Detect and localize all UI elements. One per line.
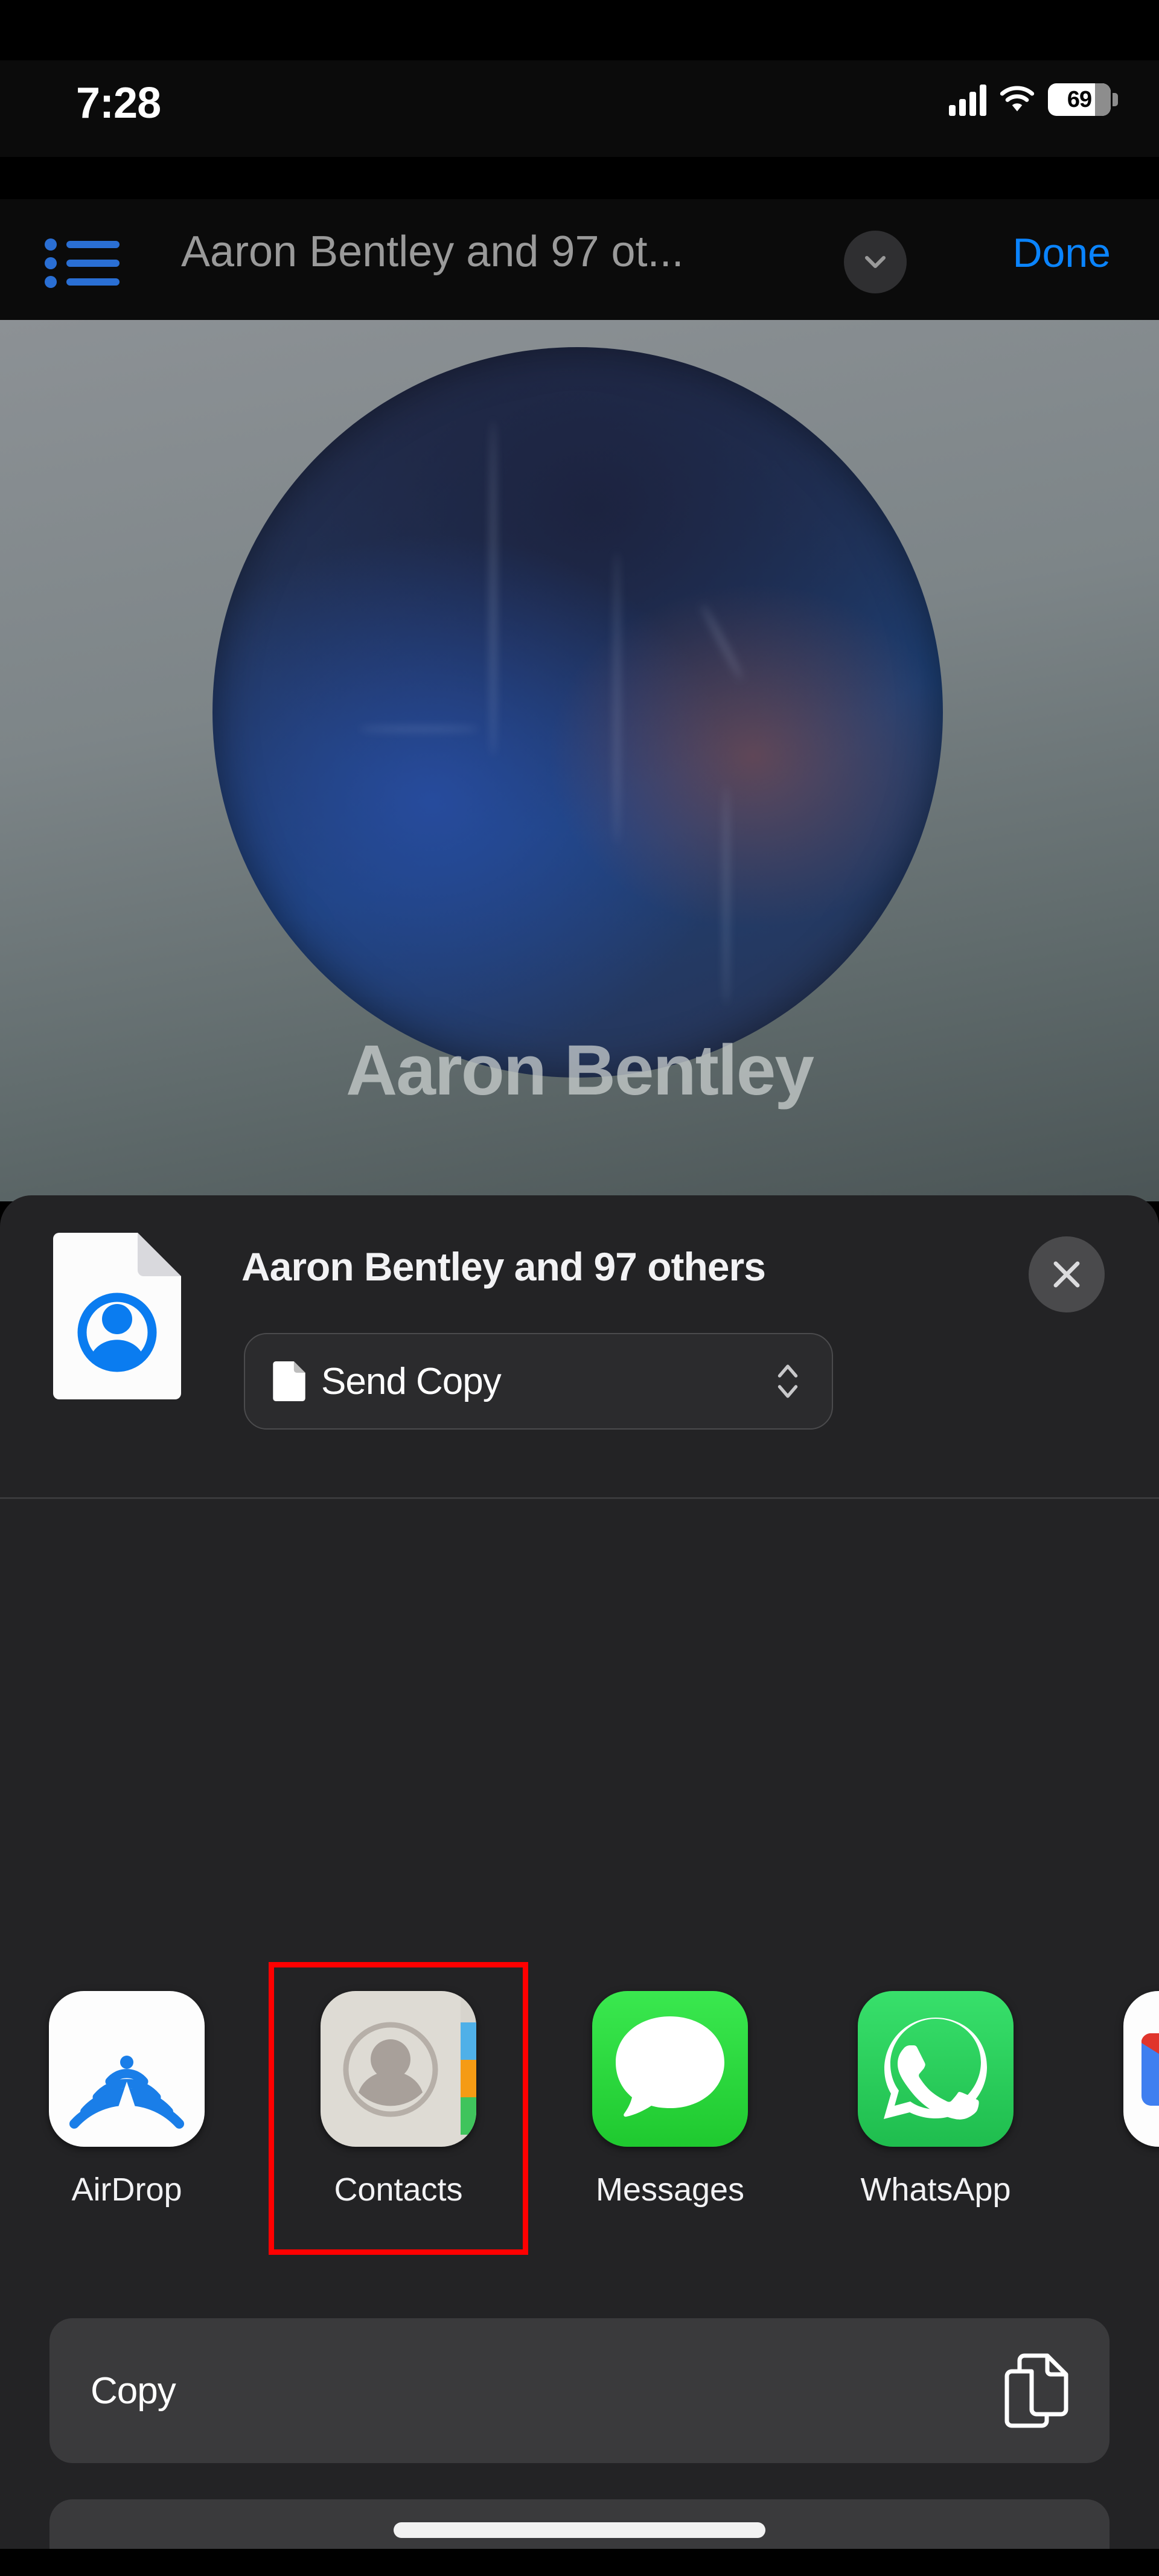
airdrop-icon (49, 1991, 205, 2147)
contacts-icon (321, 1991, 476, 2147)
share-sheet-header: Aaron Bentley and 97 others Send Copy (0, 1195, 1159, 1497)
share-app-contacts[interactable]: Contacts (320, 1991, 477, 2208)
iphone-screen: 7:28 69 Aaron Bentley and 97 ot... Done … (0, 0, 1159, 2576)
up-down-chevron-icon (777, 1364, 798, 1398)
share-app-label: AirDrop (71, 2172, 182, 2208)
contact-photo (212, 347, 943, 1078)
share-app-label: Messages (595, 2172, 745, 2208)
cellular-bars-icon (949, 83, 986, 116)
contact-document-icon (53, 1233, 181, 1399)
navigation-bar: Aaron Bentley and 97 ot... Done (0, 199, 1159, 320)
page-title: Aaron Bentley and 97 ot... (181, 228, 684, 276)
bottom-bezel (0, 2549, 1159, 2576)
contact-detail-page: Aaron Bentley (0, 320, 1159, 1201)
mail-icon (1123, 1991, 1159, 2147)
share-app-label: WhatsApp (860, 2172, 1011, 2208)
share-app-whatsapp[interactable]: WhatsApp (857, 1991, 1014, 2208)
bulleted-list-icon[interactable] (43, 237, 122, 290)
share-app-label: Contacts (334, 2172, 463, 2208)
close-icon (1053, 1261, 1080, 1288)
chevron-down-icon (864, 255, 886, 269)
wifi-icon (1000, 86, 1035, 112)
send-copy-label: Send Copy (321, 1360, 502, 1402)
share-app-mail[interactable] (1123, 1991, 1159, 2171)
copy-label: Copy (91, 2370, 176, 2412)
done-button[interactable]: Done (1012, 229, 1111, 276)
home-indicator[interactable] (394, 2522, 765, 2538)
chevron-down-button[interactable] (844, 231, 907, 293)
copy-documents-icon (1004, 2353, 1068, 2428)
share-sheet: Aaron Bentley and 97 others Send Copy Ai… (0, 1195, 1159, 2576)
header-divider (0, 1497, 1159, 1499)
contact-name: Aaron Bentley (346, 1031, 814, 1110)
battery-icon: 69 (1048, 83, 1118, 116)
send-copy-dropdown[interactable]: Send Copy (244, 1333, 833, 1430)
top-bezel (0, 0, 1159, 60)
battery-percent: 69 (1067, 86, 1092, 112)
whatsapp-icon (858, 1991, 1014, 2147)
close-button[interactable] (1029, 1236, 1105, 1312)
messages-icon (592, 1991, 748, 2147)
status-time: 7:28 (76, 79, 161, 127)
share-app-airdrop[interactable]: AirDrop (48, 1991, 205, 2208)
share-app-messages[interactable]: Messages (592, 1991, 749, 2208)
status-indicators: 69 (949, 83, 1118, 116)
status-bar: 7:28 69 (0, 60, 1159, 157)
copy-action-row[interactable]: Copy (49, 2318, 1110, 2463)
document-icon (273, 1361, 305, 1401)
share-sheet-title: Aaron Bentley and 97 others (241, 1244, 766, 1289)
share-apps-row[interactable]: AirDrop Contacts Messages WhatsApp (0, 1962, 1159, 2300)
